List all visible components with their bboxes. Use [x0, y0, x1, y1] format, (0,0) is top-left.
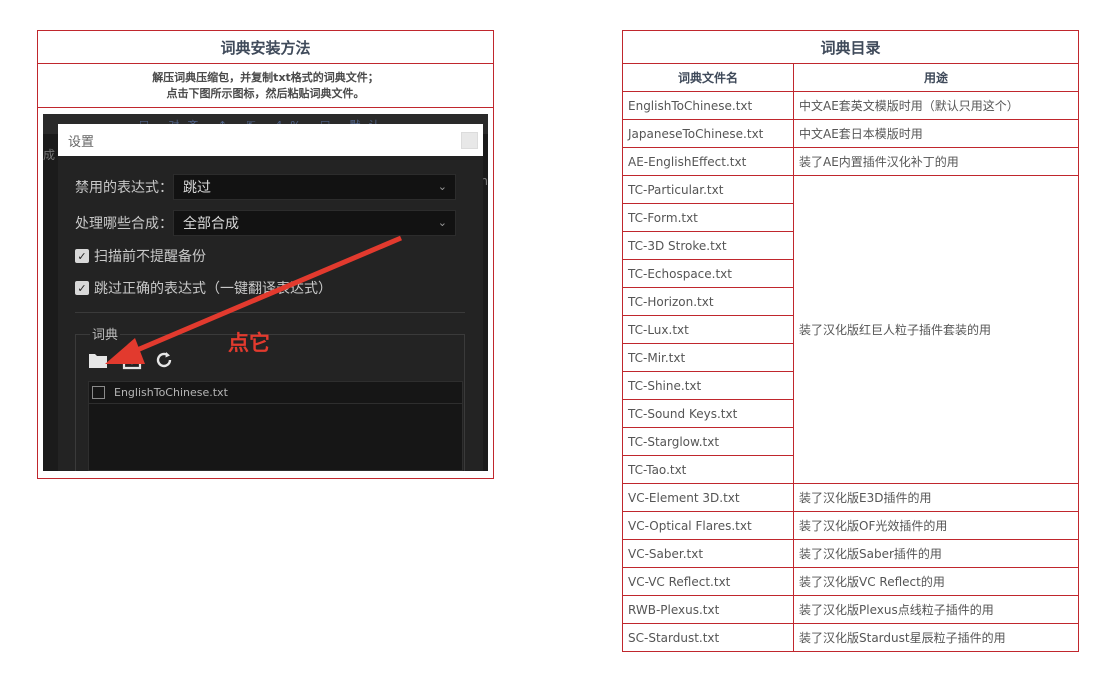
dict-filename-cell: TC-Starglow.txt — [623, 428, 794, 456]
dict-usage-cell: 装了AE内置插件汉化补丁的用 — [794, 148, 1078, 176]
dict-filename-cell: EnglishToChinese.txt — [623, 92, 794, 120]
settings-screenshot: ☐ 对齐 ↕ ⇱ 4% ☐ 默认 成 n 设置 禁用的表达式： 跳过 ⌄ 处理哪… — [43, 114, 488, 471]
dict-filename-cell: TC-Tao.txt — [623, 456, 794, 484]
dict-usage-cell: 装了汉化版OF光效插件的用 — [794, 512, 1078, 540]
dict-filename-cell: VC-VC Reflect.txt — [623, 568, 794, 596]
dict-usage-cell: 中文AE套英文模版时用（默认只用这个） — [794, 92, 1078, 120]
install-desc-line1: 解压词典压缩包，并复制txt格式的词典文件； — [152, 70, 379, 84]
dict-filename-cell: TC-Lux.txt — [623, 316, 794, 344]
col-header-filename: 词典文件名 — [623, 64, 794, 91]
table-header: 词典文件名 用途 — [623, 64, 1078, 92]
dict-usage-cell: 装了汉化版Saber插件的用 — [794, 540, 1078, 568]
dict-filename-cell: RWB-Plexus.txt — [623, 596, 794, 624]
dict-filename-cell: TC-Form.txt — [623, 204, 794, 232]
dict-usage-cell: 装了汉化版红巨人粒子插件套装的用 — [794, 176, 1078, 484]
dict-usage-cell: 装了汉化版Stardust星辰粒子插件的用 — [794, 624, 1078, 652]
dict-filename-cell: TC-Mir.txt — [623, 344, 794, 372]
dict-filename-cell: VC-Element 3D.txt — [623, 484, 794, 512]
install-title: 词典安装方法 — [38, 31, 493, 64]
dict-filename-cell: VC-Optical Flares.txt — [623, 512, 794, 540]
dict-filename-cell: TC-Echospace.txt — [623, 260, 794, 288]
install-description: 解压词典压缩包，并复制txt格式的词典文件； 点击下图所示图标，然后粘贴词典文件… — [38, 64, 493, 108]
dict-filename-cell: TC-Particular.txt — [623, 176, 794, 204]
dict-filename-cell: TC-Sound Keys.txt — [623, 400, 794, 428]
dict-catalog-title: 词典目录 — [623, 31, 1078, 64]
col-header-usage: 用途 — [923, 71, 948, 85]
dict-usage-cell: 装了汉化版E3D插件的用 — [794, 484, 1078, 512]
dict-filename-cell: SC-Stardust.txt — [623, 624, 794, 652]
dict-filename-cell: JapaneseToChinese.txt — [623, 120, 794, 148]
dict-usage-cell: 装了汉化版Plexus点线粒子插件的用 — [794, 596, 1078, 624]
dict-filename-cell: TC-3D Stroke.txt — [623, 232, 794, 260]
install-desc-line2: 点击下图所示图标，然后粘贴词典文件。 — [166, 86, 365, 100]
dict-catalog-table: 词典目录 词典文件名 用途 EnglishToChinese.txt Japane… — [622, 30, 1079, 652]
dict-usage-cell: 装了汉化版VC Reflect的用 — [794, 568, 1078, 596]
dict-filename-cell: VC-Saber.txt — [623, 540, 794, 568]
install-panel: 词典安装方法 解压词典压缩包，并复制txt格式的词典文件； 点击下图所示图标，然… — [37, 30, 494, 479]
dict-filename-cell: TC-Shine.txt — [623, 372, 794, 400]
dict-filename-cell: AE-EnglishEffect.txt — [623, 148, 794, 176]
annotation-arrow-icon — [105, 235, 402, 364]
dict-usage-cell: 中文AE套日本模版时用 — [794, 120, 1078, 148]
dict-filename-cell: TC-Horizon.txt — [623, 288, 794, 316]
